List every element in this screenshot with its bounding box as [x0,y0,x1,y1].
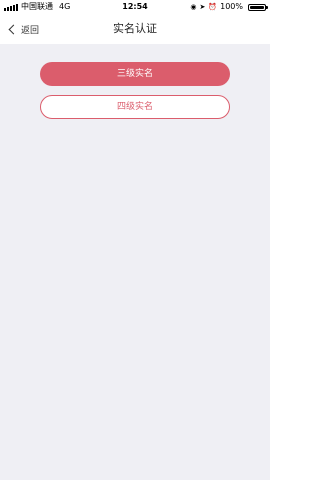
location-icon: ➤ [199,3,206,11]
back-button[interactable]: 返回 [8,14,40,44]
back-label: 返回 [21,25,40,36]
battery-icon [248,3,268,11]
status-right: ◉ ➤ ⏰ 100% [190,0,268,14]
level3-verification-button[interactable]: 三级实名 [40,62,230,86]
alarm-icon: ⏰ [208,3,218,11]
battery-fill [250,5,264,9]
nav-bar: 实名认证 返回 [0,14,270,44]
battery-percent: 100% [220,2,243,11]
screen: 中国联通 4G 12:54 ◉ ➤ ⏰ 100% 实名认证 返回 三级实名 四级… [0,0,270,480]
chevron-left-icon [8,24,19,35]
page-title: 实名认证 [113,22,157,35]
level4-verification-button[interactable]: 四级实名 [40,95,230,119]
orientation-lock-icon: ◉ [190,3,197,11]
status-bar: 中国联通 4G 12:54 ◉ ➤ ⏰ 100% [0,0,270,14]
